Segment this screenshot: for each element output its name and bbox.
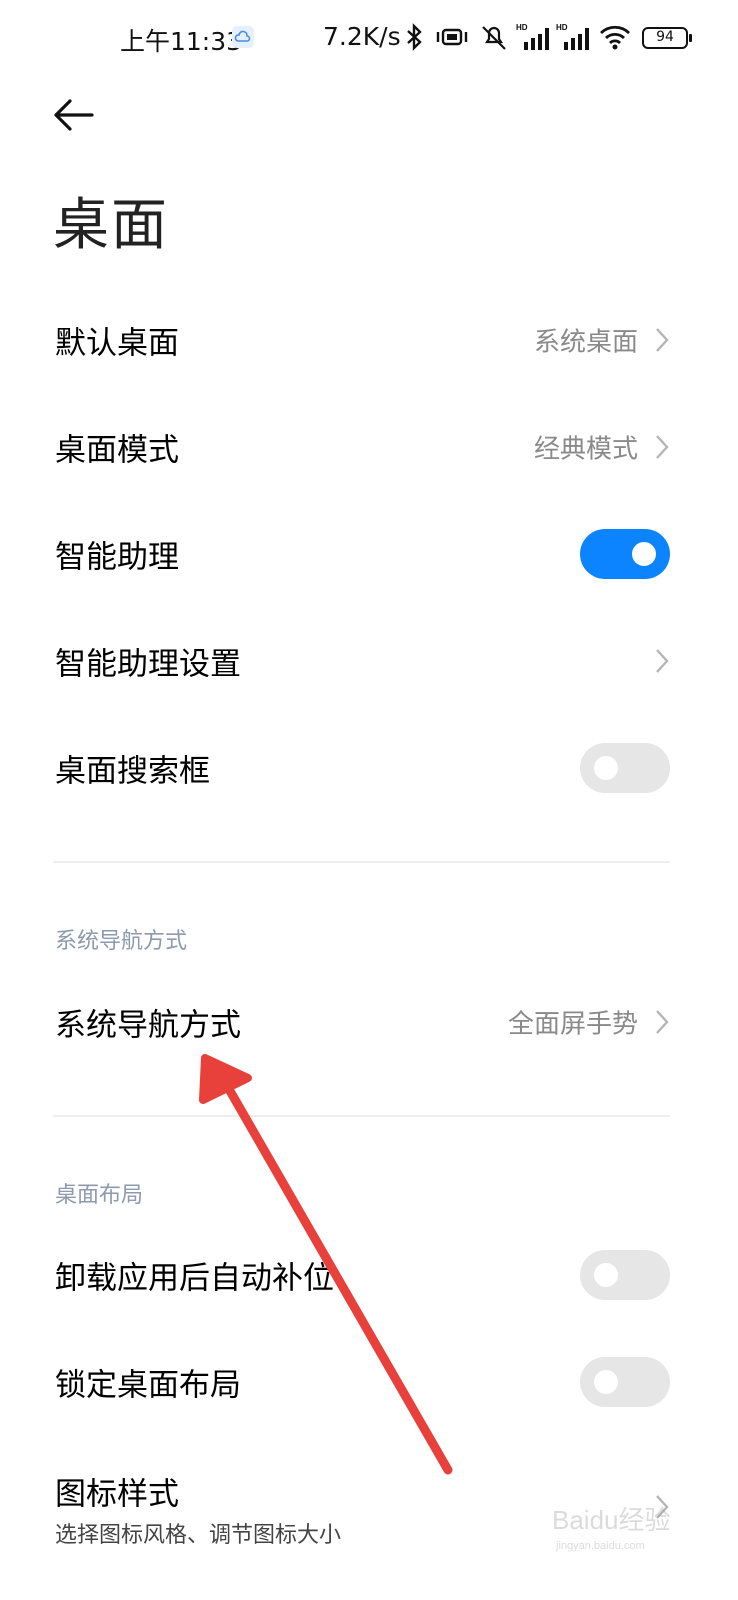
cloud-icon [232, 26, 254, 48]
row-label: 图标样式 [55, 1476, 179, 1513]
row-label: 桌面模式 [55, 432, 179, 469]
row-label: 桌面搜索框 [55, 753, 210, 790]
default-launcher-row[interactable]: 默认桌面 系统桌面 [0, 290, 738, 390]
svg-text:HD: HD [556, 23, 568, 32]
row-sublabel: 选择图标风格、调节图标大小 [55, 1523, 342, 1548]
page-title: 桌面 [53, 193, 169, 258]
mute-icon [482, 26, 506, 50]
hd-signal-icon: HD [556, 23, 589, 50]
nav-mode-row[interactable]: 系统导航方式 全面屏手势 [0, 972, 738, 1072]
watermark-url: jingyan.baidu.com [555, 1540, 645, 1552]
row-value: 经典模式 [533, 434, 638, 465]
smart-assistant-settings-row[interactable]: 智能助理设置 [0, 611, 738, 711]
smart-assistant-toggle[interactable] [580, 529, 670, 579]
divider [53, 1115, 670, 1117]
row-label: 默认桌面 [55, 325, 179, 362]
toggle-knob [594, 1370, 618, 1394]
row-label: 智能助理设置 [55, 646, 241, 683]
row-value: 系统桌面 [533, 327, 638, 358]
chevron-right-icon [656, 649, 669, 673]
row-label: 锁定桌面布局 [55, 1367, 241, 1404]
section-header: 桌面布局 [55, 1183, 144, 1208]
section-header: 系统导航方式 [55, 929, 188, 954]
lock-layout-row: 锁定桌面布局 [0, 1332, 738, 1432]
divider [53, 861, 670, 863]
back-button[interactable] [50, 95, 96, 135]
vibrate-icon [436, 28, 468, 46]
row-label: 智能助理 [55, 539, 179, 576]
row-label: 系统导航方式 [55, 1007, 241, 1044]
chevron-right-icon [656, 328, 669, 352]
hd-signal-icon: HD [516, 23, 549, 50]
auto-fill-row: 卸载应用后自动补位 [0, 1225, 738, 1325]
launcher-mode-row[interactable]: 桌面模式 经典模式 [0, 397, 738, 497]
toggle-knob [632, 542, 656, 566]
watermark-text: Baidu经验 [552, 1505, 671, 1535]
wifi-icon [600, 25, 630, 50]
row-label: 卸载应用后自动补位 [55, 1260, 334, 1297]
toggle-knob [594, 756, 618, 780]
auto-fill-toggle[interactable] [580, 1250, 670, 1300]
lock-layout-toggle[interactable] [580, 1357, 670, 1407]
status-time: 上午11:33 [120, 27, 243, 56]
svg-text:HD: HD [516, 23, 528, 32]
row-value: 全面屏手势 [507, 1009, 638, 1040]
chevron-right-icon [656, 1010, 669, 1034]
smart-assistant-row: 智能助理 [0, 504, 738, 604]
search-bar-toggle[interactable] [580, 743, 670, 793]
back-arrow-icon [54, 99, 94, 131]
toggle-knob [594, 1263, 618, 1287]
baidu-watermark: Baidu经验 jingyan.baidu.com [548, 1495, 698, 1555]
chevron-right-icon [656, 435, 669, 459]
status-bar: 上午11:33 7.2K/s HD HD 94 [0, 0, 738, 80]
bluetooth-icon [407, 23, 422, 51]
search-bar-row: 桌面搜索框 [0, 718, 738, 818]
battery-icon: 94 [642, 27, 692, 49]
network-speed: 7.2K/s [323, 22, 401, 51]
